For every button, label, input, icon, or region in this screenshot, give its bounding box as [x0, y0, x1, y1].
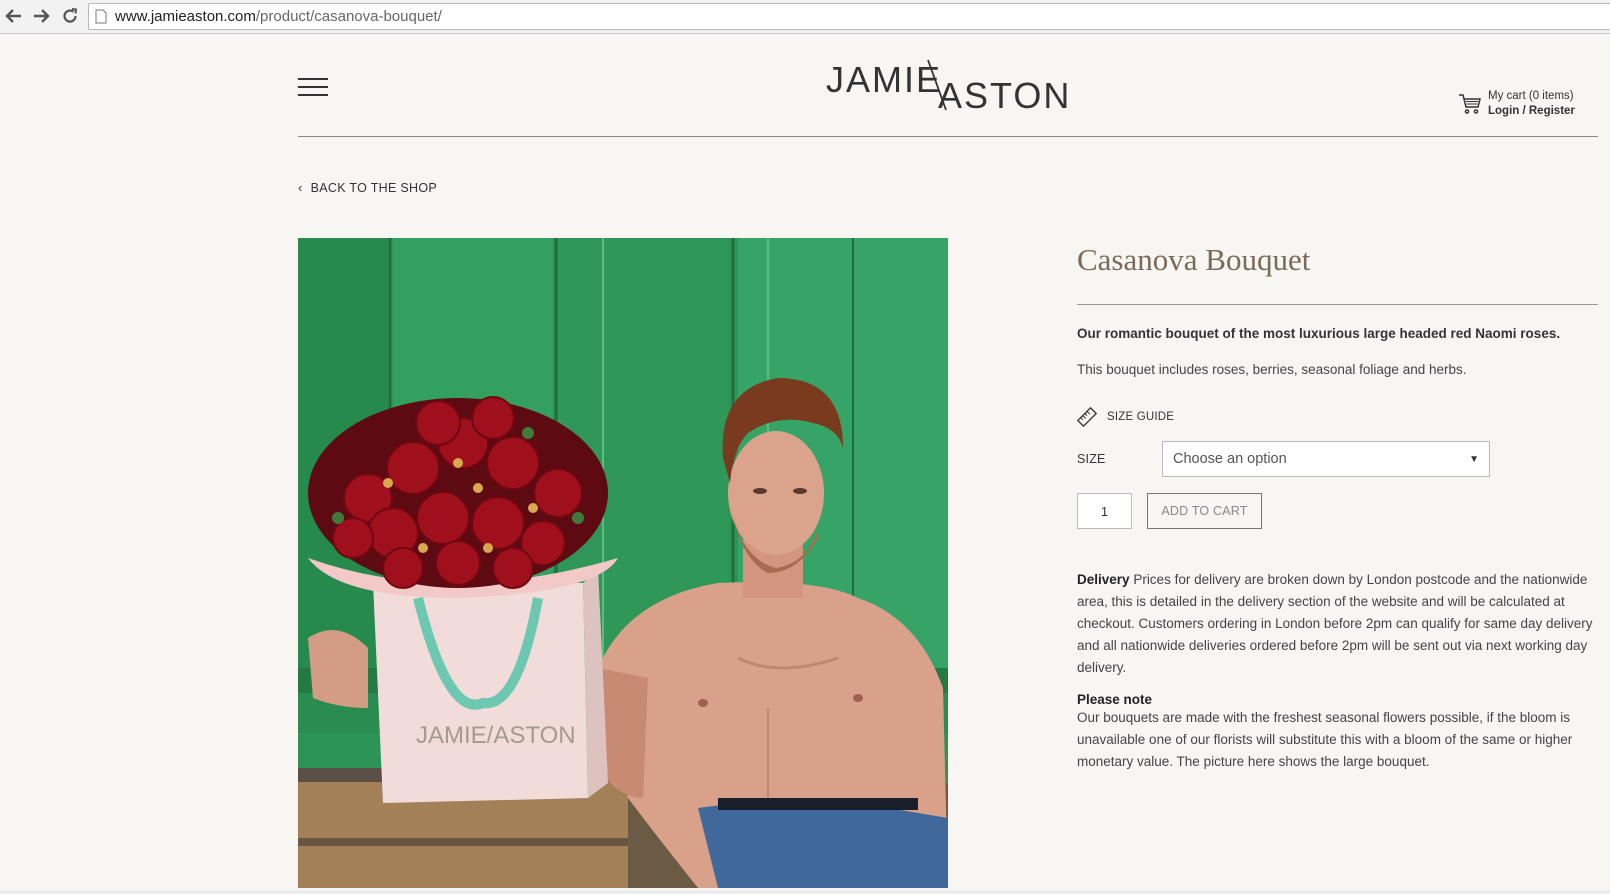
- size-guide-link[interactable]: SIZE GUIDE: [1077, 407, 1598, 427]
- forward-arrow-icon[interactable]: [30, 5, 52, 27]
- product-details: Casanova Bouquet Our romantic bouquet of…: [1077, 238, 1598, 773]
- add-to-cart-button[interactable]: ADD TO CART: [1147, 493, 1262, 529]
- size-select[interactable]: Choose an option ▼: [1162, 441, 1490, 477]
- size-label: SIZE: [1077, 452, 1106, 466]
- product-title: Casanova Bouquet: [1077, 242, 1311, 277]
- please-note-text: Our bouquets are made with the freshest …: [1077, 710, 1573, 769]
- hamburger-icon[interactable]: [298, 78, 328, 96]
- browser-toolbar: www.jamieaston.com/product/casanova-bouq…: [0, 0, 1610, 34]
- back-arrow-icon[interactable]: [3, 5, 25, 27]
- address-bar[interactable]: www.jamieaston.com/product/casanova-bouq…: [88, 3, 1610, 30]
- logo-text-right: ASTON: [938, 75, 1070, 116]
- add-to-cart-row: 1 ADD TO CART: [1077, 493, 1598, 529]
- back-to-shop-label: BACK TO THE SHOP: [310, 181, 438, 195]
- bag-logo-text: JAMIE/ASTON: [416, 722, 576, 749]
- url-host: www.jamieaston.com: [115, 8, 256, 25]
- chevron-left-icon: ‹: [298, 180, 303, 195]
- shopping-cart-icon[interactable]: [1458, 92, 1482, 116]
- product-intro-bold: Our romantic bouquet of the most luxurio…: [1077, 326, 1561, 341]
- please-note-title: Please note: [1077, 692, 1153, 707]
- page-icon: [95, 9, 107, 24]
- header-divider: [298, 136, 1598, 137]
- size-guide-label: SIZE GUIDE: [1107, 411, 1175, 423]
- reload-icon[interactable]: [59, 5, 81, 27]
- my-cart-link[interactable]: My cart (0 items): [1488, 89, 1575, 104]
- quantity-input[interactable]: 1: [1077, 493, 1132, 529]
- login-register-link[interactable]: Login / Register: [1488, 104, 1575, 119]
- dropdown-arrow-icon: ▼: [1469, 453, 1479, 465]
- back-to-shop-link[interactable]: ‹ BACK TO THE SHOP: [298, 180, 437, 195]
- size-select-value: Choose an option: [1173, 451, 1287, 467]
- size-row: SIZE Choose an option ▼: [1077, 441, 1598, 477]
- jamie-aston-logo[interactable]: JAMIE ASTON: [826, 58, 1070, 116]
- delivery-info: Delivery Prices for delivery are broken …: [1077, 569, 1598, 679]
- delivery-title: Delivery: [1077, 572, 1130, 587]
- product-photo[interactable]: JAMIE/ASTON: [298, 238, 948, 888]
- cart-area: My cart (0 items) Login / Register: [1458, 89, 1575, 119]
- delivery-text: Prices for delivery are broken down by L…: [1077, 572, 1593, 675]
- window-bottom-edge: [0, 890, 1610, 894]
- title-divider: [1077, 304, 1598, 305]
- product-intro: This bouquet includes roses, berries, se…: [1077, 362, 1467, 377]
- ruler-icon: [1077, 407, 1097, 427]
- url-path: /product/casanova-bouquet/: [255, 8, 442, 25]
- logo-text-left: JAMIE: [826, 59, 942, 100]
